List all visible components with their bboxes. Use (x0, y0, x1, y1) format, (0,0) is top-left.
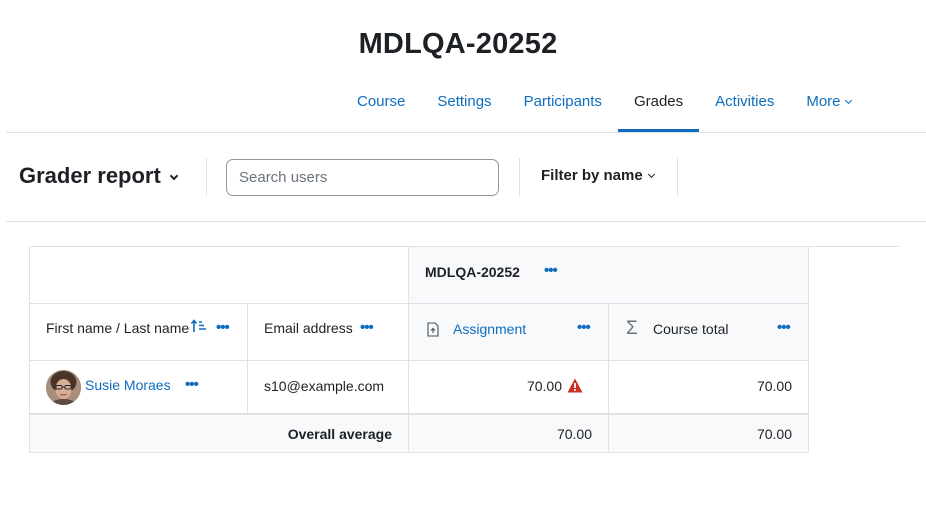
tab-course[interactable]: Course (341, 80, 421, 132)
email-column-label: Email address (264, 320, 353, 336)
tab-more-label: More (806, 93, 841, 110)
category-header: MDLQA-20252 (425, 264, 520, 280)
assignment-column-link[interactable]: Assignment (453, 321, 526, 337)
assignment-average-value: 70.00 (556, 425, 592, 442)
sort-ascending-icon[interactable] (190, 318, 207, 337)
tab-participants-label: Participants (523, 93, 602, 110)
course-total-column-header: Σ Course total ••• (608, 303, 809, 361)
assignment-grade-cell[interactable]: 70.00 (408, 360, 609, 414)
chevron-down-icon (647, 170, 655, 179)
course-total-column-label: Course total (653, 321, 729, 337)
tab-grades-label: Grades (633, 93, 684, 110)
nav-divider (6, 132, 926, 133)
category-actions-menu[interactable]: ••• (544, 262, 558, 279)
report-selector-label: Grader report (19, 163, 161, 188)
secondary-navigation: Course Settings Participants Grades Acti… (341, 80, 867, 132)
toolbar-divider (677, 158, 678, 196)
grid-top-border (808, 246, 899, 247)
tab-grades[interactable]: Grades (617, 80, 700, 132)
report-selector[interactable]: Grader report (19, 163, 179, 189)
grader-table: MDLQA-20252 ••• First name / Last name •… (29, 246, 809, 453)
chevron-down-icon (844, 96, 852, 105)
user-actions-menu[interactable]: ••• (185, 376, 199, 393)
page-title: MDLQA-20252 (358, 28, 558, 60)
course-total-value: 70.00 (756, 378, 792, 394)
overall-average-label-cell: Overall average (29, 412, 409, 453)
assignment-average-cell: 70.00 (408, 412, 609, 453)
course-total-cell: 70.00 (608, 360, 809, 414)
course-total-average-value: 70.00 (756, 425, 792, 442)
average-row: Overall average 70.00 70.00 (29, 412, 809, 453)
overall-average-label: Overall average (287, 425, 392, 442)
avatar[interactable] (46, 370, 81, 405)
filter-by-name-label: Filter by name (541, 167, 643, 184)
header-spacer-cell (29, 246, 409, 304)
warning-icon (567, 378, 583, 396)
assignment-column-header: Assignment ••• (408, 303, 609, 361)
tab-more[interactable]: More (790, 80, 866, 132)
chevron-down-icon (169, 171, 179, 181)
name-column-actions-menu[interactable]: ••• (216, 319, 230, 336)
table-row: Susie Moraes ••• s10@example.com 70.00 7… (29, 360, 809, 414)
name-column-header: First name / Last name ••• (29, 303, 248, 361)
category-header-cell: MDLQA-20252 ••• (408, 246, 809, 304)
tab-participants[interactable]: Participants (508, 80, 618, 132)
assignment-column-actions-menu[interactable]: ••• (577, 319, 591, 336)
name-column-label: First name / Last name (46, 320, 190, 336)
course-total-column-actions-menu[interactable]: ••• (777, 319, 791, 336)
tab-settings-label: Settings (437, 93, 492, 110)
course-total-average-cell: 70.00 (608, 412, 809, 453)
toolbar-divider-horizontal (6, 221, 926, 222)
assignment-grade-value: 70.00 (526, 378, 562, 394)
tab-course-label: Course (357, 93, 406, 110)
search-users-input[interactable] (226, 159, 499, 196)
user-name-link[interactable]: Susie Moraes (85, 377, 171, 393)
toolbar-divider (206, 158, 207, 196)
email-column-header: Email address ••• (247, 303, 409, 361)
user-email: s10@example.com (264, 378, 385, 394)
email-column-actions-menu[interactable]: ••• (360, 319, 374, 336)
user-name-cell: Susie Moraes ••• (29, 360, 248, 414)
assignment-icon (427, 322, 439, 340)
tab-settings[interactable]: Settings (421, 80, 507, 132)
tab-activities-label: Activities (715, 93, 775, 110)
sigma-icon: Σ (626, 318, 638, 339)
filter-by-name-button[interactable]: Filter by name (541, 167, 655, 184)
user-email-cell: s10@example.com (247, 360, 409, 414)
tab-activities[interactable]: Activities (699, 80, 790, 132)
toolbar-divider (519, 158, 520, 196)
